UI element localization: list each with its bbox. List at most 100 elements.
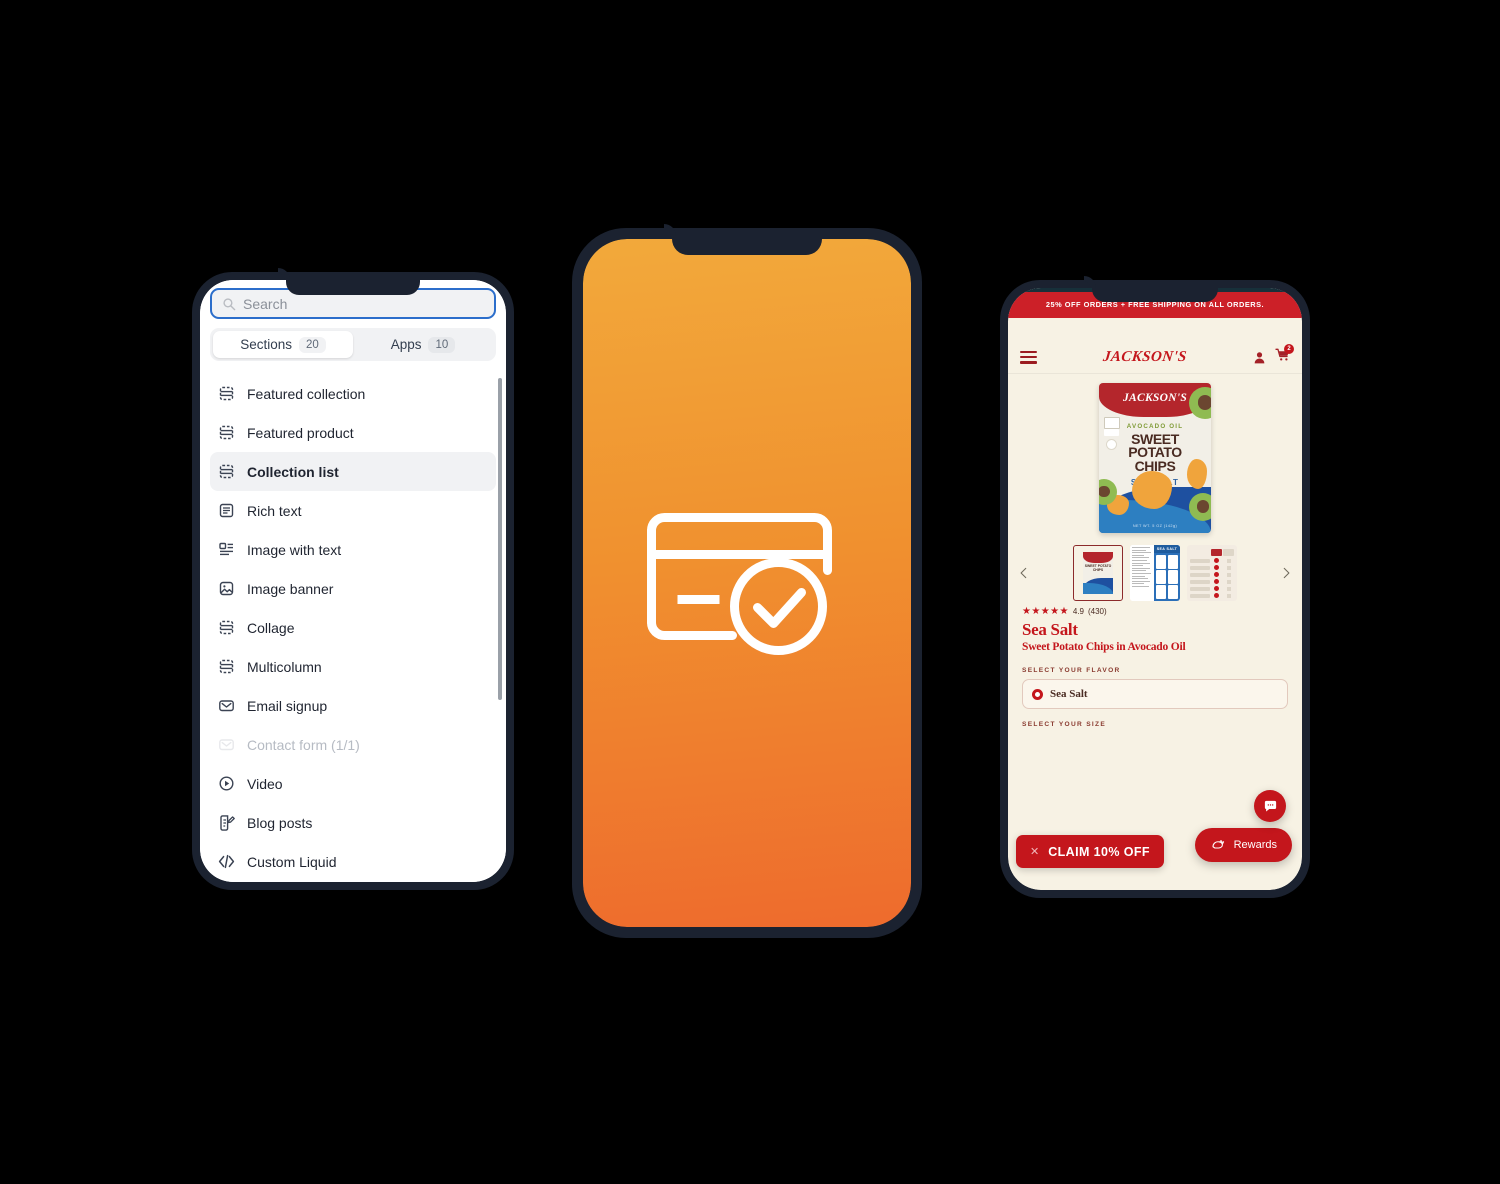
section-item-blog-posts[interactable]: Blog posts [210,803,496,842]
claim-offer-label: CLAIM 10% OFF [1048,845,1150,859]
thumbnail-2[interactable]: SEA SALT [1130,545,1180,601]
nutrition-panel [1130,545,1154,601]
section-item-label: Video [247,776,283,792]
tab-apps-label: Apps [391,337,422,352]
envelope-icon [218,697,235,714]
section-item-label: Contact form (1/1) [247,737,360,753]
product-thumbnails: SWEET POTATO CHIPS [1008,538,1302,608]
thumbnail-1-bag: SWEET POTATO CHIPS [1083,552,1113,594]
chat-button[interactable] [1254,790,1286,822]
section-item-collage[interactable]: Collage [210,608,496,647]
collection-icon [218,619,235,636]
section-item-label: Collection list [247,464,339,480]
tab-sections[interactable]: Sections 20 [213,331,353,358]
rewards-button[interactable]: Rewards [1195,828,1292,862]
collection-icon [218,463,235,480]
right-phone-notch [1092,280,1218,302]
rating-row[interactable]: ★★★★★ 4.9 (430) [1022,606,1288,617]
code-icon [218,853,235,870]
section-item-custom-liquid[interactable]: Custom Liquid [210,842,496,881]
bag-net-weight: NET WT. 5 OZ (142g) [1099,524,1211,528]
section-item-label: Image with text [247,542,341,558]
thumbnail-2-label: SEA SALT [1154,545,1180,553]
tab-sections-count: 20 [299,337,326,353]
thumb1-band [1083,552,1113,563]
collection-icon [218,385,235,402]
sections-scrollbar[interactable] [498,378,502,700]
section-item-label: Email signup [247,698,327,714]
section-item-label: Featured product [247,425,354,441]
section-item-label: Featured collection [247,386,365,402]
rich-text-icon [218,502,235,519]
menu-icon[interactable] [1020,351,1037,364]
section-item-rich-text[interactable]: Rich text [210,491,496,530]
header-icons: 2 [1253,348,1290,366]
section-item-multicolumn[interactable]: Multicolumn [210,647,496,686]
cart-badge: 2 [1284,344,1294,354]
thumbnail-3[interactable] [1187,545,1237,601]
play-circle-icon [218,775,235,792]
left-phone-mockup: Search Sections 20 Apps 10 Featured coll [192,272,514,890]
sections-list[interactable]: Featured collection Featured product Colle… [200,368,506,882]
section-item-label: Custom Liquid [247,854,337,870]
chip-graphic-1 [1132,471,1172,509]
image-banner-icon [218,580,235,597]
flavor-option-sea-salt[interactable]: Sea Salt [1022,679,1288,709]
center-phone-bezel [583,239,911,927]
chip-graphic-3 [1187,459,1207,489]
rewards-arm-icon [1210,838,1226,853]
bag-brand: JACKSON'S [1099,392,1211,404]
search-placeholder: Search [243,296,287,312]
thumbnail-1[interactable]: SWEET POTATO CHIPS [1073,545,1123,601]
collection-icon [218,658,235,675]
product-hero-image[interactable]: JACKSON'S AVOCADO OIL SWEET POTATO CHIPS… [1008,375,1302,540]
left-phone-screen: Search Sections 20 Apps 10 Featured coll [200,280,506,882]
section-item-image-banner[interactable]: Image banner [210,569,496,608]
flavor-option-label: Sea Salt [1050,688,1088,700]
section-item-email-signup[interactable]: Email signup [210,686,496,725]
envelope-icon [218,736,235,753]
right-phone-screen: 25% OFF ORDERS + FREE SHIPPING ON ALL OR… [1008,288,1302,890]
close-icon[interactable]: ✕ [1030,845,1039,858]
next-arrow-icon[interactable] [1279,566,1293,580]
right-phone-bezel: 25% OFF ORDERS + FREE SHIPPING ON ALL OR… [1008,288,1302,890]
collection-icon [218,424,235,441]
store-logo[interactable]: JACKSON'S [1102,349,1187,366]
account-icon[interactable] [1253,351,1266,364]
left-phone-notch [286,272,420,295]
tab-apps-count: 10 [428,337,455,353]
prev-arrow-icon[interactable] [1017,566,1031,580]
radio-selected-icon [1032,689,1043,700]
section-item-collection-list[interactable]: Collection list [210,452,496,491]
search-icon [222,297,236,311]
tab-apps[interactable]: Apps 10 [353,331,493,358]
center-phone-notch [672,228,822,255]
comparison-header [1190,549,1234,556]
center-phone-mockup [572,228,922,938]
center-phone-screen [583,239,911,927]
section-item-video[interactable]: Video [210,764,496,803]
section-item-label: Multicolumn [247,659,322,675]
rewards-button-label: Rewards [1234,839,1277,851]
product-subtitle: Sweet Potato Chips in Avocado Oil [1022,641,1288,653]
star-rating-icon: ★★★★★ [1022,606,1069,617]
section-item-featured-product[interactable]: Featured product [210,413,496,452]
blog-icon [218,814,235,831]
left-phone-bezel: Search Sections 20 Apps 10 Featured coll [200,280,506,882]
section-item-label: Rich text [247,503,301,519]
section-item-image-with-text[interactable]: Image with text [210,530,496,569]
claim-offer-banner[interactable]: ✕ CLAIM 10% OFF [1016,835,1164,868]
section-item-label: Blog posts [247,815,312,831]
section-item-featured-collection[interactable]: Featured collection [210,374,496,413]
section-apps-tabs: Sections 20 Apps 10 [210,328,496,361]
flavor-selector-label: SELECT YOUR FLAVOR [1022,667,1288,674]
store-header: JACKSON'S [1008,341,1302,374]
thumbnail-2-badges: SEA SALT [1154,545,1180,601]
rating-score: 4.9 [1073,607,1084,616]
credit-card-check-icon [640,501,855,666]
cart-wrapper[interactable]: 2 [1275,348,1290,366]
avocado-graphic-3 [1189,493,1211,521]
product-info: ★★★★★ 4.9 (430) Sea Salt Sweet Potato Ch… [1008,606,1302,728]
tab-sections-label: Sections [240,337,292,352]
screenshot-stage: Search Sections 20 Apps 10 Featured coll [0,0,1500,1184]
